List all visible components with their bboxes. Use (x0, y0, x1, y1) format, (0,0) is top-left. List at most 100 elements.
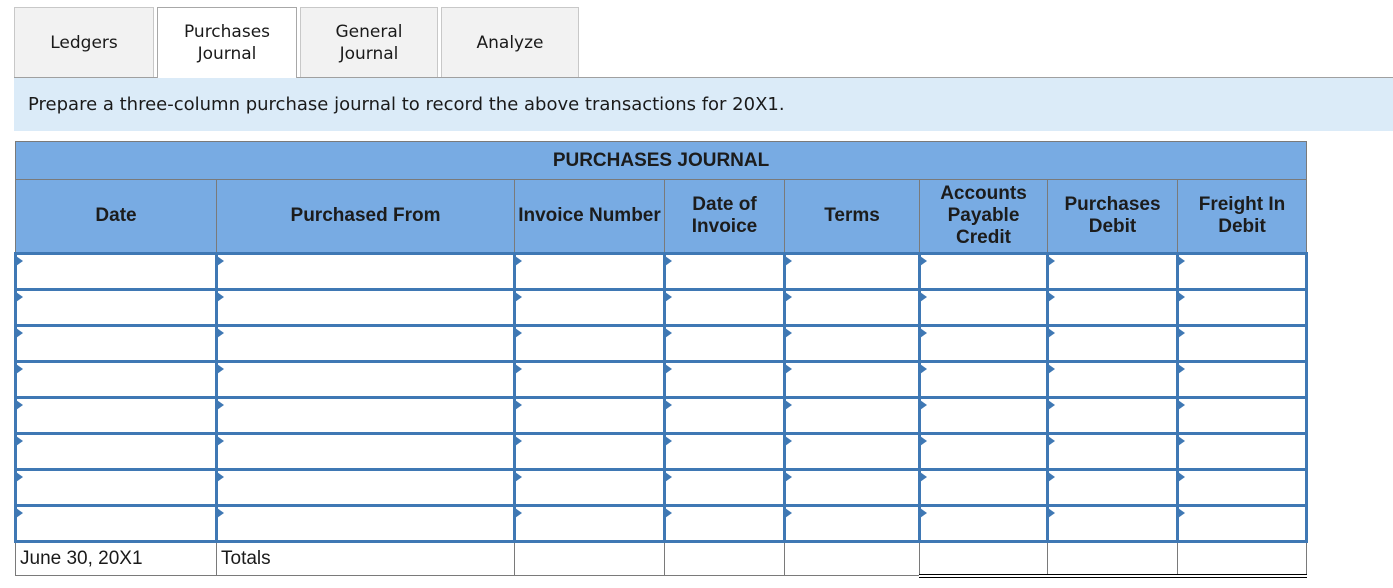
cell-date[interactable] (14, 432, 218, 471)
invoice-number-input[interactable] (516, 255, 663, 288)
cell-invoice-number[interactable] (513, 288, 666, 327)
total-accounts-payable-credit[interactable] (919, 540, 1048, 578)
cell-terms[interactable] (783, 432, 921, 471)
freight-in-debit-input[interactable] (1179, 471, 1306, 504)
accounts-payable-credit-input[interactable] (921, 363, 1046, 396)
terms-input[interactable] (786, 363, 918, 396)
terms-input[interactable] (786, 435, 918, 468)
cell-date[interactable] (14, 396, 218, 435)
tab-general-journal[interactable]: General Journal (300, 7, 438, 77)
invoice-number-input[interactable] (516, 435, 663, 468)
invoice-number-input[interactable] (516, 291, 663, 324)
terms-input[interactable] (786, 399, 918, 432)
invoice-number-input[interactable] (516, 471, 663, 504)
cell-accounts-payable-credit[interactable] (918, 396, 1049, 435)
purchased-from-input[interactable] (218, 291, 513, 324)
cell-date-of-invoice[interactable] (663, 504, 786, 543)
total-purchases-debit[interactable] (1047, 540, 1178, 578)
cell-date-of-invoice[interactable] (663, 360, 786, 399)
cell-accounts-payable-credit[interactable] (918, 468, 1049, 507)
cell-purchased-from[interactable] (215, 324, 516, 363)
date-of-invoice-input[interactable] (666, 363, 783, 396)
purchases-debit-input[interactable] (1049, 291, 1176, 324)
tab-purchases-journal[interactable]: Purchases Journal (157, 7, 297, 78)
freight-in-debit-input[interactable] (1179, 507, 1306, 540)
date-of-invoice-input[interactable] (666, 507, 783, 540)
cell-purchased-from[interactable] (215, 504, 516, 543)
date-of-invoice-input[interactable] (666, 291, 783, 324)
purchases-debit-input[interactable] (1049, 327, 1176, 360)
date-input[interactable] (17, 255, 215, 288)
cell-freight-in-debit[interactable] (1175, 396, 1309, 435)
purchases-debit-input[interactable] (1049, 255, 1176, 288)
purchased-from-input[interactable] (218, 363, 513, 396)
cell-freight-in-debit[interactable] (1175, 468, 1309, 507)
purchased-from-input[interactable] (218, 435, 513, 468)
cell-date-of-invoice[interactable] (663, 324, 786, 363)
cell-invoice-number[interactable] (513, 324, 666, 363)
cell-date[interactable] (14, 468, 218, 507)
cell-terms[interactable] (783, 288, 921, 327)
cell-invoice-number[interactable] (513, 252, 666, 291)
cell-date-of-invoice[interactable] (663, 252, 786, 291)
purchases-debit-input[interactable] (1049, 507, 1176, 540)
total-freight-in-debit[interactable] (1176, 540, 1308, 578)
cell-purchases-debit[interactable] (1046, 468, 1179, 507)
purchases-debit-input[interactable] (1049, 435, 1176, 468)
freight-in-debit-input[interactable] (1179, 435, 1306, 468)
accounts-payable-credit-input[interactable] (921, 255, 1046, 288)
date-input[interactable] (17, 399, 215, 432)
cell-purchases-debit[interactable] (1046, 432, 1179, 471)
cell-purchased-from[interactable] (215, 252, 516, 291)
date-input[interactable] (17, 507, 215, 540)
cell-terms[interactable] (783, 504, 921, 543)
cell-terms[interactable] (783, 324, 921, 363)
total-freight-in-debit-input[interactable] (1178, 543, 1307, 574)
cell-freight-in-debit[interactable] (1175, 324, 1309, 363)
cell-invoice-number[interactable] (513, 360, 666, 399)
freight-in-debit-input[interactable] (1179, 291, 1306, 324)
purchased-from-input[interactable] (218, 255, 513, 288)
cell-purchases-debit[interactable] (1046, 360, 1179, 399)
cell-accounts-payable-credit[interactable] (918, 360, 1049, 399)
cell-accounts-payable-credit[interactable] (918, 288, 1049, 327)
cell-invoice-number[interactable] (513, 432, 666, 471)
purchases-debit-input[interactable] (1049, 471, 1176, 504)
invoice-number-input[interactable] (516, 363, 663, 396)
cell-freight-in-debit[interactable] (1175, 504, 1309, 543)
cell-accounts-payable-credit[interactable] (918, 252, 1049, 291)
cell-purchased-from[interactable] (215, 468, 516, 507)
terms-input[interactable] (786, 471, 918, 504)
date-of-invoice-input[interactable] (666, 255, 783, 288)
freight-in-debit-input[interactable] (1179, 363, 1306, 396)
date-input[interactable] (17, 291, 215, 324)
date-input[interactable] (17, 363, 215, 396)
tab-ledgers[interactable]: Ledgers (14, 7, 154, 77)
cell-date[interactable] (14, 360, 218, 399)
accounts-payable-credit-input[interactable] (921, 507, 1046, 540)
cell-purchased-from[interactable] (215, 360, 516, 399)
cell-date-of-invoice[interactable] (663, 468, 786, 507)
accounts-payable-credit-input[interactable] (921, 327, 1046, 360)
total-purchases-debit-input[interactable] (1048, 543, 1177, 574)
terms-input[interactable] (786, 255, 918, 288)
cell-date[interactable] (14, 288, 218, 327)
freight-in-debit-input[interactable] (1179, 327, 1306, 360)
cell-freight-in-debit[interactable] (1175, 288, 1309, 327)
cell-freight-in-debit[interactable] (1175, 252, 1309, 291)
cell-terms[interactable] (783, 396, 921, 435)
cell-purchases-debit[interactable] (1046, 252, 1179, 291)
cell-date-of-invoice[interactable] (663, 288, 786, 327)
cell-invoice-number[interactable] (513, 504, 666, 543)
date-of-invoice-input[interactable] (666, 435, 783, 468)
tab-analyze[interactable]: Analyze (441, 7, 579, 77)
cell-purchases-debit[interactable] (1046, 324, 1179, 363)
cell-purchases-debit[interactable] (1046, 504, 1179, 543)
invoice-number-input[interactable] (516, 507, 663, 540)
cell-freight-in-debit[interactable] (1175, 360, 1309, 399)
cell-terms[interactable] (783, 252, 921, 291)
invoice-number-input[interactable] (516, 399, 663, 432)
date-of-invoice-input[interactable] (666, 327, 783, 360)
invoice-number-input[interactable] (516, 327, 663, 360)
cell-purchases-debit[interactable] (1046, 288, 1179, 327)
